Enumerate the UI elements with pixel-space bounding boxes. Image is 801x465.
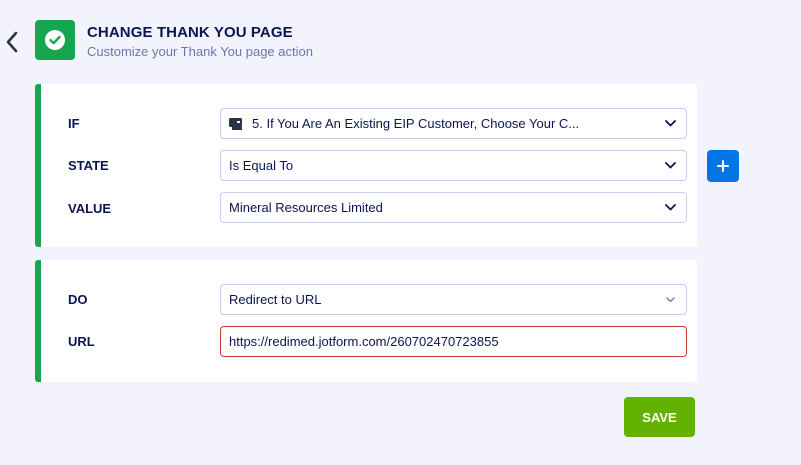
url-input[interactable]: https://redimed.jotform.com/260702470723… [220,326,687,357]
back-button[interactable] [3,30,21,54]
chevron-down-icon [664,202,676,214]
url-label: URL [68,334,95,349]
check-circle-icon [45,30,65,50]
state-label: STATE [68,158,109,173]
plus-icon [717,160,729,172]
do-label: DO [68,292,88,307]
chevron-down-icon [664,118,676,130]
page-title: CHANGE THANK YOU PAGE [87,24,293,41]
if-field-value: 5. If You Are An Existing EIP Customer, … [252,116,580,131]
do-select[interactable]: Redirect to URL [220,284,687,315]
if-label: IF [68,116,80,131]
state-select[interactable]: Is Equal To [220,150,687,181]
save-button[interactable]: SAVE [624,397,695,437]
value-value: Mineral Resources Limited [229,200,383,215]
chevron-down-icon [664,160,676,172]
action-card: DO Redirect to URL URL https://redimed.j… [35,260,697,382]
dropdown-field-icon [229,117,243,131]
page-subtitle: Customize your Thank You page action [87,44,313,59]
chevron-left-icon [6,31,18,53]
value-select[interactable]: Mineral Resources Limited [220,192,687,223]
state-value: Is Equal To [229,158,294,173]
condition-card: IF 5. If You Are An Existing EIP Custome… [35,84,697,247]
if-field-select[interactable]: 5. If You Are An Existing EIP Customer, … [220,108,687,139]
chevron-down-icon [664,294,676,306]
add-condition-button[interactable] [707,150,739,182]
do-value: Redirect to URL [229,292,322,307]
header-icon-box [35,20,75,60]
value-label: VALUE [68,201,112,216]
